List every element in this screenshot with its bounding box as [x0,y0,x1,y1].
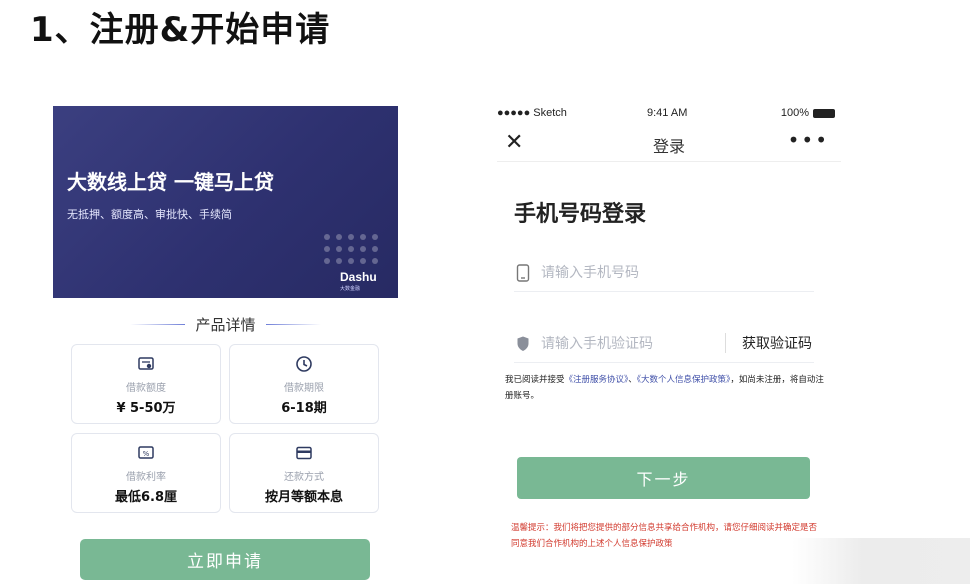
title-line-right [265,323,321,325]
nav-bar: ✕ 登录 ••• [497,126,841,162]
next-step-button[interactable]: 下一步 [517,457,810,499]
banner-dots-decoration [324,234,378,264]
svg-text:%: % [143,450,150,458]
battery-icon [813,108,835,118]
privacy-policy-link[interactable]: 《大数个人信息保护政策》 [637,375,731,385]
quota-icon [137,355,155,373]
clock-icon [295,355,313,373]
card-value: ¥ 5-50万 [116,401,176,416]
apply-now-button[interactable]: 立即申请 [80,539,370,580]
shield-icon [516,335,530,353]
battery-indicator: 100% [781,107,835,119]
status-time: 9:41 AM [647,107,688,119]
card-loan-term: 借款期限 6-18期 [229,344,379,424]
agreement-text: 我已阅读并接受《注册服务协议》、《大数个人信息保护政策》，如尚未注册，将自动注册… [505,372,825,404]
banner-title: 大数线上贷 一键马上贷 [67,170,274,194]
card-repayment: 还款方式 按月等额本息 [229,433,379,513]
warm-tip: 温馨提示：我们将把您提供的部分信息共享给合作机构，请您仔细阅读并确定是否同意我们… [511,523,818,549]
card-label: 还款方式 [284,472,324,483]
page-heading: 1、注册&开始申请 [30,10,331,50]
card-label: 借款利率 [126,472,166,483]
verification-code-input[interactable] [541,331,731,357]
battery-percent: 100% [780,107,809,119]
product-details-title: 产品详情 [127,313,324,335]
dashu-logo-sub: 大数金融 [340,286,361,292]
phone-input[interactable] [541,260,731,286]
get-code-button[interactable]: 获取验证码 [742,333,812,353]
card-icon [295,444,313,462]
product-banner: 大数线上贷 一键马上贷 无抵押、额度高、审批快、手续简 Dashu 大数金融 [53,106,398,298]
agreement-prefix: 我已阅读并接受 [505,375,565,385]
login-title: 手机号码登录 [514,202,647,227]
field-divider [725,333,726,353]
agreement-sep: 、 [628,375,637,385]
blur-overlay [792,538,970,584]
card-label: 借款期限 [284,383,324,394]
dashu-logo: Dashu [340,270,377,284]
section-title-text: 产品详情 [195,315,256,334]
card-loan-amount: 借款额度 ¥ 5-50万 [71,344,221,424]
code-field: 获取验证码 [514,325,814,363]
service-agreement-link[interactable]: 《注册服务协议》 [565,375,629,385]
phone-field [514,254,814,292]
phone-icon [516,264,530,282]
card-value: 最低6.8厘 [114,490,178,505]
carrier-label: ●●●●● Sketch [497,107,567,119]
card-loan-rate: % 借款利率 最低6.8厘 [71,433,221,513]
banner-subtitle: 无抵押、额度高、审批快、手续简 [67,208,232,221]
title-line-left [130,323,186,325]
rate-icon: % [137,444,155,462]
card-value: 6-18期 [281,401,327,416]
card-label: 借款额度 [126,383,166,394]
status-bar: ●●●●● Sketch 9:41 AM 100% [497,104,841,122]
more-icon[interactable]: ••• [788,128,829,152]
card-value: 按月等额本息 [264,490,343,505]
